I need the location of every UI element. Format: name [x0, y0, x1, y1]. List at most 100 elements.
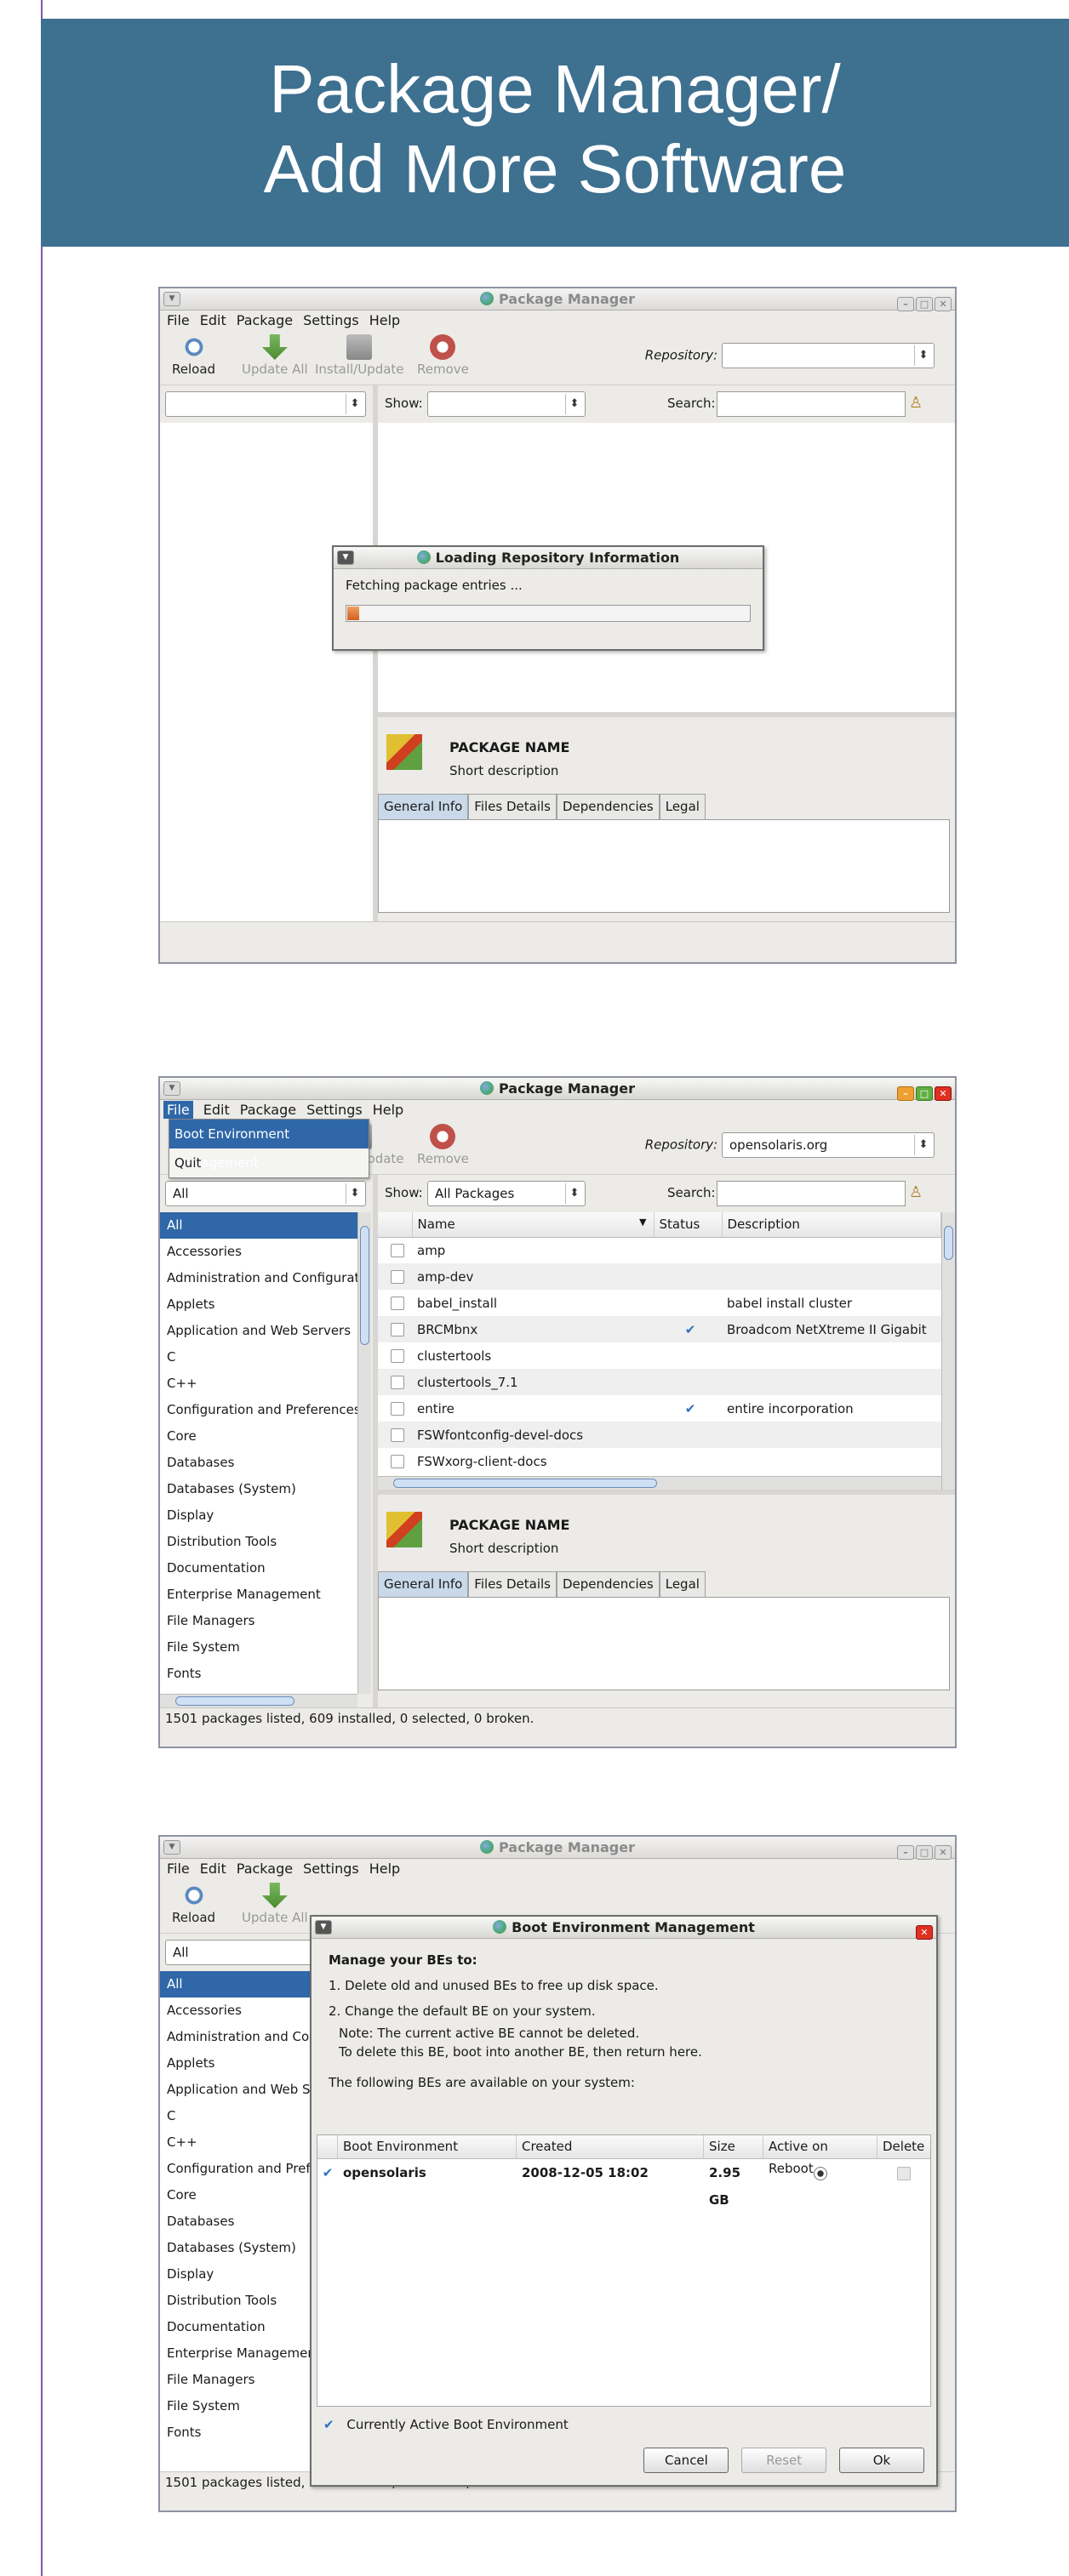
tab-dependencies[interactable]: Dependencies	[556, 1571, 660, 1597]
select-column-header[interactable]	[378, 1212, 413, 1238]
package-row[interactable]: entire ✔ entire incorporation	[378, 1395, 941, 1422]
tab-general-info[interactable]: General Info	[378, 794, 469, 819]
cancel-button[interactable]: Cancel	[643, 2448, 729, 2473]
update-all-button[interactable]: Update All	[242, 1883, 308, 1925]
package-row[interactable]: clustertools_7.1	[378, 1369, 941, 1395]
be-column-name[interactable]: Boot Environment	[338, 2135, 517, 2158]
category-item[interactable]: Documentation	[160, 1555, 357, 1582]
category-item[interactable]: Databases (System)	[160, 1476, 357, 1502]
category-item[interactable]: File Managers	[160, 1608, 357, 1634]
menu-help[interactable]: Help	[369, 312, 400, 328]
be-row[interactable]: ✔ opensolaris 2008-12-05 18:02 2.95 GB	[317, 2159, 930, 2208]
package-checkbox[interactable]	[391, 1402, 404, 1416]
window-menu-icon[interactable]: ▼	[163, 292, 180, 306]
package-checkbox[interactable]	[391, 1244, 404, 1258]
dialog-menu-icon[interactable]: ▼	[315, 1920, 332, 1935]
reload-button[interactable]: Reload	[172, 1883, 215, 1925]
category-item[interactable]: C++	[160, 1371, 357, 1397]
tab-legal[interactable]: Legal	[659, 1571, 706, 1597]
category-item[interactable]: Databases	[160, 1450, 357, 1476]
package-checkbox[interactable]	[391, 1323, 404, 1336]
menu-edit[interactable]: Edit	[200, 1861, 226, 1877]
active-on-reboot-radio[interactable]	[763, 2159, 877, 2186]
category-item[interactable]: File System	[160, 1634, 357, 1661]
package-checkbox[interactable]	[391, 1376, 404, 1389]
menu-file[interactable]: File	[167, 312, 190, 328]
category-filter-select[interactable]	[165, 391, 366, 417]
remove-button[interactable]: Remove	[417, 1124, 469, 1166]
minimize-button[interactable]: –	[897, 297, 914, 311]
package-vscroll[interactable]	[941, 1212, 955, 1490]
maximize-button[interactable]: □	[916, 1845, 933, 1860]
category-item[interactable]: Core	[160, 1423, 357, 1450]
menu-item-boot-environment-management[interactable]: Boot Environment Management	[169, 1120, 369, 1171]
package-row[interactable]: FSWxorg-client-docs	[378, 1448, 941, 1474]
category-item[interactable]: Application and Web Servers	[160, 1318, 357, 1344]
menu-package[interactable]: Package	[237, 312, 293, 328]
maximize-button[interactable]: □	[916, 1086, 933, 1101]
package-row[interactable]: babel_install babel install cluster	[378, 1290, 941, 1316]
package-hscroll[interactable]	[378, 1476, 941, 1490]
window-menu-icon[interactable]: ▼	[163, 1081, 180, 1096]
dialog-close-button[interactable]: ✕	[916, 1925, 933, 1940]
clear-search-icon[interactable]: ♙	[909, 394, 923, 412]
category-item[interactable]: Distribution Tools	[160, 1529, 357, 1555]
category-item[interactable]: Display	[160, 1502, 357, 1529]
category-item[interactable]: C	[160, 1344, 357, 1371]
tab-files-details[interactable]: Files Details	[468, 1571, 557, 1597]
close-button[interactable]: ✕	[935, 1845, 952, 1860]
maximize-button[interactable]: □	[916, 297, 933, 311]
package-checkbox[interactable]	[391, 1455, 404, 1468]
install-update-button[interactable]: Install/Update	[315, 334, 404, 377]
menu-edit[interactable]: Edit	[203, 1102, 230, 1118]
reload-button[interactable]: Reload	[172, 334, 215, 377]
status-column-header[interactable]: Status	[654, 1212, 723, 1238]
name-column-header[interactable]: Name ▼	[412, 1212, 655, 1238]
category-item[interactable]: Fonts	[160, 1661, 357, 1687]
category-vscroll[interactable]	[357, 1212, 371, 1694]
package-row[interactable]: clustertools	[378, 1342, 941, 1369]
search-input[interactable]	[717, 391, 906, 417]
show-select[interactable]	[427, 391, 586, 417]
category-filter-select[interactable]: All	[165, 1181, 366, 1206]
category-list[interactable]	[160, 423, 373, 921]
category-hscroll[interactable]	[160, 1694, 357, 1707]
package-checkbox[interactable]	[391, 1428, 404, 1442]
category-item[interactable]: Administration and Configuration	[160, 1265, 357, 1291]
category-item[interactable]: Enterprise Management	[160, 1582, 357, 1608]
window-menu-icon[interactable]: ▼	[163, 1840, 180, 1855]
clear-search-icon[interactable]: ♙	[909, 1183, 923, 1201]
menu-package[interactable]: Package	[237, 1861, 293, 1877]
be-column-active[interactable]: Active on Reboot	[763, 2135, 877, 2176]
be-column-delete[interactable]: Delete	[877, 2135, 930, 2158]
menu-package[interactable]: Package	[240, 1102, 296, 1118]
remove-button[interactable]: Remove	[417, 334, 469, 377]
search-input[interactable]	[717, 1181, 906, 1206]
category-item[interactable]: All	[160, 1212, 357, 1239]
delete-checkbox[interactable]	[877, 2159, 930, 2186]
menu-file[interactable]: File	[167, 1861, 190, 1877]
be-column-size[interactable]: Size	[704, 2135, 763, 2158]
category-item[interactable]: Configuration and Preferences	[160, 1397, 357, 1423]
be-column-created[interactable]: Created	[517, 2135, 704, 2158]
tab-legal[interactable]: Legal	[659, 794, 706, 819]
package-row[interactable]: amp	[378, 1237, 941, 1263]
menu-help[interactable]: Help	[373, 1102, 403, 1118]
category-list[interactable]: AllAccessoriesAdministration and Configu…	[160, 1212, 357, 1707]
show-select[interactable]: All Packages	[427, 1181, 586, 1206]
repository-select[interactable]	[722, 343, 935, 368]
package-row[interactable]: BRCMbnx ✔ Broadcom NetXtreme II Gigabit	[378, 1316, 941, 1342]
tab-dependencies[interactable]: Dependencies	[556, 794, 660, 819]
menu-edit[interactable]: Edit	[200, 312, 226, 328]
dialog-menu-icon[interactable]: ▼	[337, 550, 354, 565]
update-all-button[interactable]: Update All	[242, 334, 308, 377]
package-row[interactable]: FSWfontconfig-devel-docs	[378, 1422, 941, 1448]
category-item[interactable]: Accessories	[160, 1239, 357, 1265]
menu-item-quit[interactable]: Quit	[169, 1148, 369, 1177]
menu-file[interactable]: File	[163, 1101, 193, 1119]
package-checkbox[interactable]	[391, 1270, 404, 1284]
menu-settings[interactable]: Settings	[303, 312, 359, 328]
minimize-button[interactable]: –	[897, 1845, 914, 1860]
close-button[interactable]: ✕	[935, 1086, 952, 1101]
tab-general-info[interactable]: General Info	[378, 1571, 469, 1597]
